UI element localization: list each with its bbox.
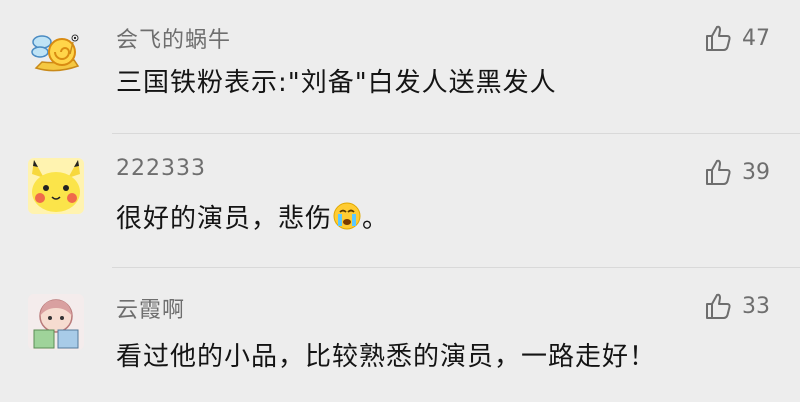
comment-text: 看过他的小品，比较熟悉的演员，一路走好！	[116, 342, 657, 372]
comment-item: 222333 39 很好的演员，悲伤 。	[0, 134, 800, 268]
thumbs-up-icon	[706, 159, 731, 185]
avatar[interactable]	[28, 24, 84, 80]
comment-text: 三国铁粉表示:"刘备"白发人送黑发人	[116, 68, 557, 98]
username[interactable]: 222333	[116, 156, 206, 181]
like-button[interactable]: 47	[704, 22, 770, 54]
avatar[interactable]	[28, 158, 84, 214]
username[interactable]: 会飞的蜗牛	[116, 22, 231, 54]
comment-text-before: 很好的演员，悲伤	[116, 204, 333, 234]
cartoon-girl-icon	[28, 294, 84, 350]
snail-icon	[31, 34, 80, 72]
comment-text: 很好的演员，悲伤 。	[116, 198, 389, 238]
like-count: 39	[742, 159, 770, 185]
comment-item: 会飞的蜗牛 47 三国铁粉表示:"刘备"白发人送黑发人	[0, 0, 800, 134]
like-count: 33	[742, 293, 770, 319]
like-count: 47	[742, 25, 770, 51]
comment-item: 云霞啊 33 看过他的小品，比较熟悉的演员，一路走好！	[0, 268, 800, 402]
like-button[interactable]: 33	[704, 290, 770, 322]
crying-face-icon	[332, 201, 362, 238]
comment-text-after: 。	[362, 204, 390, 234]
avatar[interactable]	[28, 294, 84, 350]
like-button[interactable]: 39	[704, 156, 770, 188]
username[interactable]: 云霞啊	[116, 292, 185, 324]
pikachu-icon	[28, 158, 84, 214]
thumbs-up-icon	[706, 293, 731, 319]
thumbs-up-icon	[706, 25, 731, 51]
